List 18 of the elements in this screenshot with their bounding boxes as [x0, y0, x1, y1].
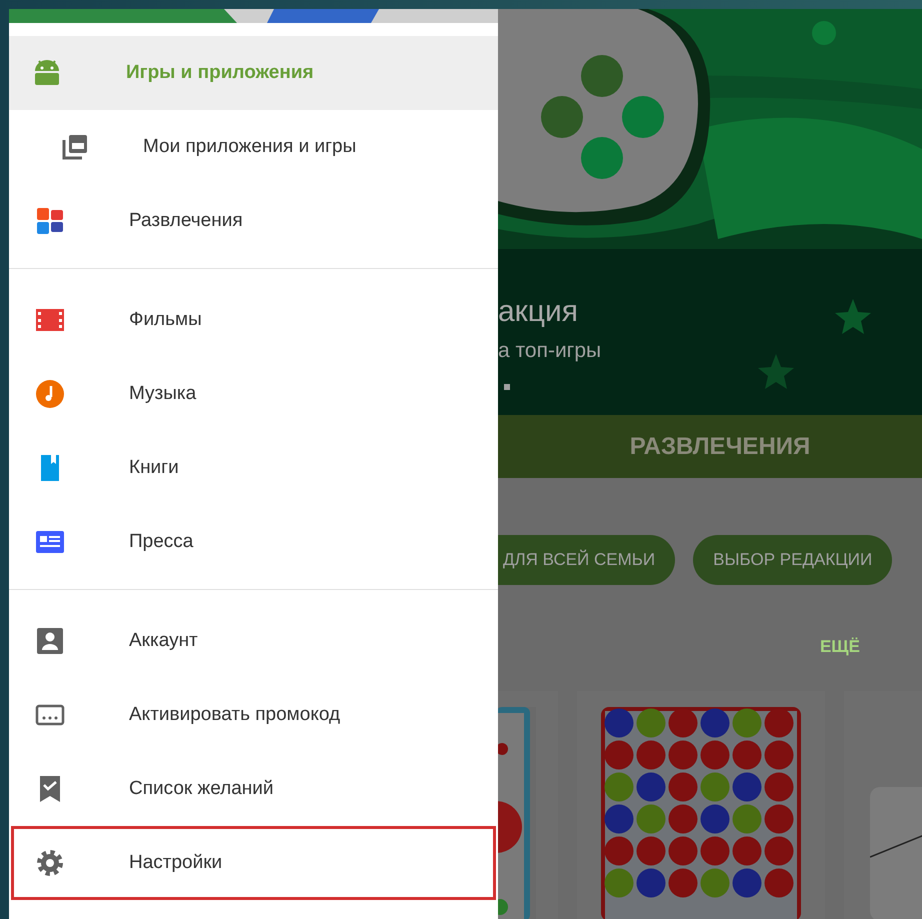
music-note-icon — [34, 378, 66, 410]
menu-item[interactable]: Фильмы — [11, 283, 496, 357]
filter-chip[interactable]: ВЫБОР РЕДАКЦИИ — [693, 535, 892, 585]
tiles-icon — [34, 205, 66, 237]
menu-item[interactable]: Книги — [11, 431, 496, 505]
menu-item[interactable]: Настройки — [11, 826, 496, 900]
menu-item[interactable]: Мои приложения и игры — [11, 110, 496, 184]
menu-item[interactable]: Пресса — [11, 505, 496, 579]
menu-item[interactable]: Аккаунт — [11, 604, 496, 678]
menu-item[interactable]: Музыка — [11, 357, 496, 431]
menu-item[interactable]: Активировать промокод — [11, 678, 496, 752]
menu-item[interactable]: Список желаний — [11, 752, 496, 826]
banner-subtitle: а топ-игры — [498, 338, 602, 364]
settings-icon — [34, 847, 66, 879]
account-icon — [34, 625, 66, 657]
filter-chip[interactable]: ДЛЯ ВСЕЙ СЕМЬИ — [498, 535, 676, 585]
banner-title: акция — [498, 294, 579, 330]
menu-item[interactable]: Развлечения — [11, 184, 496, 258]
